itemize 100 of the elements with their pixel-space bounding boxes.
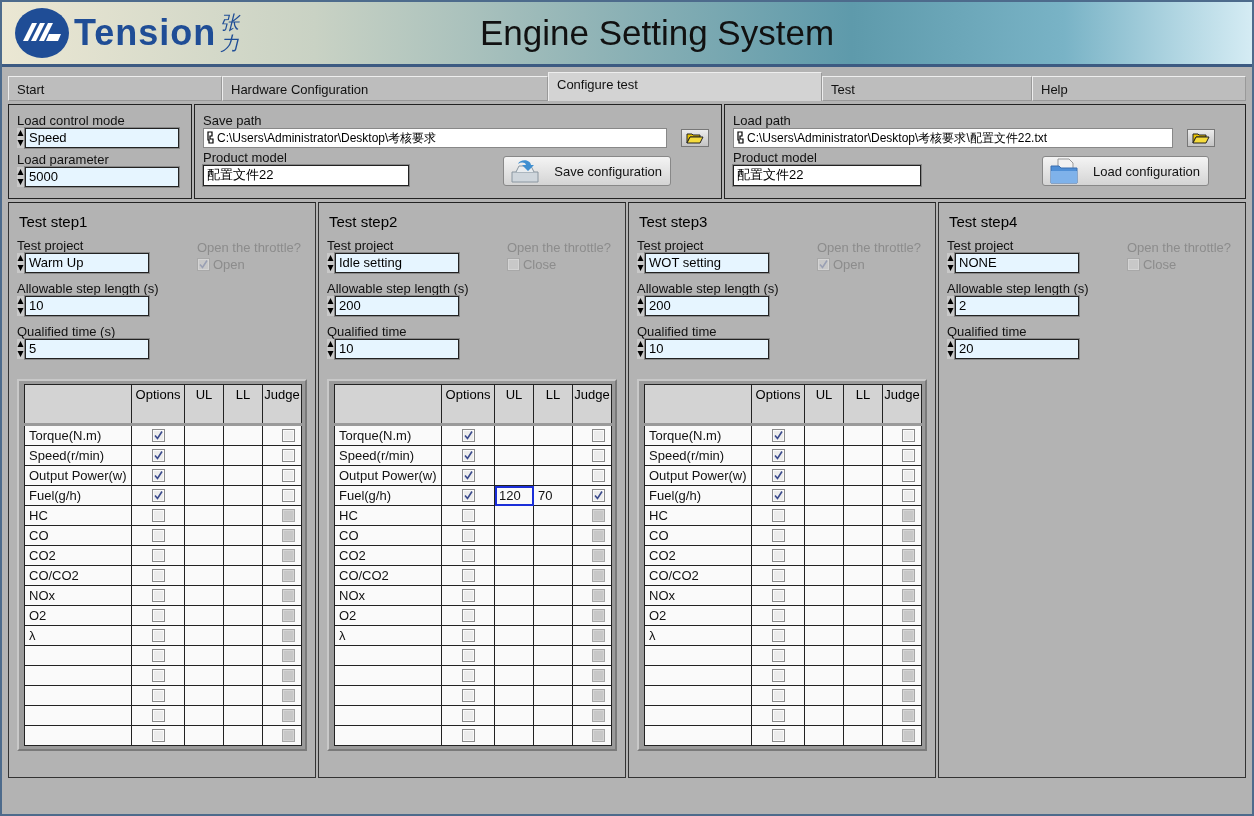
- checkbox[interactable]: [771, 529, 785, 542]
- product-model-field[interactable]: 配置文件22: [733, 165, 921, 186]
- checkbox[interactable]: [151, 609, 165, 622]
- spinner-arrows[interactable]: [17, 128, 24, 148]
- table-cell[interactable]: [494, 424, 534, 446]
- step-length-field[interactable]: 2: [955, 296, 1079, 316]
- checkbox[interactable]: [461, 429, 475, 442]
- checkbox[interactable]: [902, 469, 915, 482]
- checkbox[interactable]: [151, 529, 165, 542]
- load-control-mode-field[interactable]: Speed: [25, 128, 179, 148]
- browse-button[interactable]: [681, 129, 709, 147]
- checkbox[interactable]: [771, 489, 785, 502]
- product-model-field[interactable]: 配置文件22: [203, 165, 409, 186]
- spinner-arrows[interactable]: [947, 296, 954, 316]
- checkbox[interactable]: [592, 429, 605, 442]
- checkbox[interactable]: [282, 429, 295, 442]
- checkbox[interactable]: [151, 669, 165, 682]
- table-cell[interactable]: [843, 424, 883, 446]
- checkbox[interactable]: [771, 469, 785, 482]
- spinner-arrows[interactable]: [637, 339, 644, 359]
- checkbox[interactable]: [461, 529, 475, 542]
- spinner-arrows[interactable]: [327, 296, 334, 316]
- checkbox[interactable]: [151, 549, 165, 562]
- checkbox[interactable]: [461, 449, 475, 462]
- tab[interactable]: Help: [1032, 76, 1246, 101]
- checkbox[interactable]: [771, 729, 785, 742]
- step-length-field[interactable]: 10: [25, 296, 149, 316]
- test-project-field[interactable]: Idle setting: [335, 253, 459, 273]
- load-configuration-button[interactable]: Load configuration: [1042, 156, 1209, 186]
- path-field[interactable]: C:\Users\Administrator\Desktop\考核要求: [203, 128, 667, 148]
- checkbox[interactable]: [771, 649, 785, 662]
- checkbox[interactable]: [771, 669, 785, 682]
- save-configuration-button[interactable]: Save configuration: [503, 156, 671, 186]
- checkbox[interactable]: [902, 429, 915, 442]
- spinner-arrows[interactable]: [637, 296, 644, 316]
- tab[interactable]: Start: [8, 76, 222, 101]
- checkbox[interactable]: [461, 629, 475, 642]
- checkbox[interactable]: [461, 709, 475, 722]
- test-project-field[interactable]: WOT setting: [645, 253, 769, 273]
- checkbox[interactable]: [282, 469, 295, 482]
- checkbox[interactable]: [282, 489, 295, 502]
- checkbox[interactable]: [771, 709, 785, 722]
- checkbox[interactable]: [771, 429, 785, 442]
- checkbox[interactable]: [771, 549, 785, 562]
- load-parameter-field[interactable]: 5000: [25, 167, 179, 187]
- checkbox[interactable]: [151, 449, 165, 462]
- spinner-arrows[interactable]: [17, 296, 24, 316]
- spinner-arrows[interactable]: [327, 339, 334, 359]
- spinner-arrows[interactable]: [17, 167, 24, 187]
- table-cell[interactable]: [533, 424, 573, 446]
- spinner-arrows[interactable]: [17, 339, 24, 359]
- checkbox[interactable]: [151, 469, 165, 482]
- test-project-field[interactable]: Warm Up: [25, 253, 149, 273]
- checkbox[interactable]: [151, 629, 165, 642]
- qualified-time-field[interactable]: 20: [955, 339, 1079, 359]
- spinner-arrows[interactable]: [947, 253, 954, 273]
- tab[interactable]: Hardware Configuration: [222, 76, 548, 101]
- checkbox[interactable]: [592, 469, 605, 482]
- checkbox[interactable]: [461, 489, 475, 502]
- checkbox[interactable]: [151, 489, 165, 502]
- qualified-time-field[interactable]: 5: [25, 339, 149, 359]
- checkbox[interactable]: [151, 429, 165, 442]
- step-length-field[interactable]: 200: [335, 296, 459, 316]
- checkbox[interactable]: [461, 669, 475, 682]
- spinner-arrows[interactable]: [17, 253, 24, 273]
- checkbox[interactable]: [592, 489, 605, 502]
- checkbox[interactable]: [592, 449, 605, 462]
- qualified-time-field[interactable]: 10: [645, 339, 769, 359]
- checkbox[interactable]: [771, 449, 785, 462]
- checkbox[interactable]: [461, 729, 475, 742]
- checkbox[interactable]: [151, 709, 165, 722]
- browse-button[interactable]: [1187, 129, 1215, 147]
- table-cell[interactable]: [184, 424, 224, 446]
- tab[interactable]: Test: [822, 76, 1032, 101]
- checkbox[interactable]: [461, 509, 475, 522]
- checkbox[interactable]: [461, 689, 475, 702]
- checkbox[interactable]: [151, 689, 165, 702]
- table-cell[interactable]: [804, 424, 844, 446]
- checkbox[interactable]: [771, 569, 785, 582]
- tab[interactable]: Configure test: [548, 72, 822, 101]
- checkbox[interactable]: [461, 649, 475, 662]
- checkbox[interactable]: [771, 609, 785, 622]
- checkbox[interactable]: [151, 589, 165, 602]
- checkbox[interactable]: [461, 469, 475, 482]
- step-length-field[interactable]: 200: [645, 296, 769, 316]
- checkbox[interactable]: [461, 549, 475, 562]
- spinner-arrows[interactable]: [947, 339, 954, 359]
- checkbox[interactable]: [771, 509, 785, 522]
- checkbox[interactable]: [151, 569, 165, 582]
- spinner-arrows[interactable]: [327, 253, 334, 273]
- checkbox[interactable]: [771, 689, 785, 702]
- checkbox[interactable]: [461, 609, 475, 622]
- checkbox[interactable]: [771, 589, 785, 602]
- checkbox[interactable]: [771, 629, 785, 642]
- checkbox[interactable]: [151, 509, 165, 522]
- checkbox[interactable]: [902, 489, 915, 502]
- test-project-field[interactable]: NONE: [955, 253, 1079, 273]
- checkbox[interactable]: [461, 589, 475, 602]
- path-field[interactable]: C:\Users\Administrator\Desktop\考核要求\配置文件22.txt: [733, 128, 1173, 148]
- qualified-time-field[interactable]: 10: [335, 339, 459, 359]
